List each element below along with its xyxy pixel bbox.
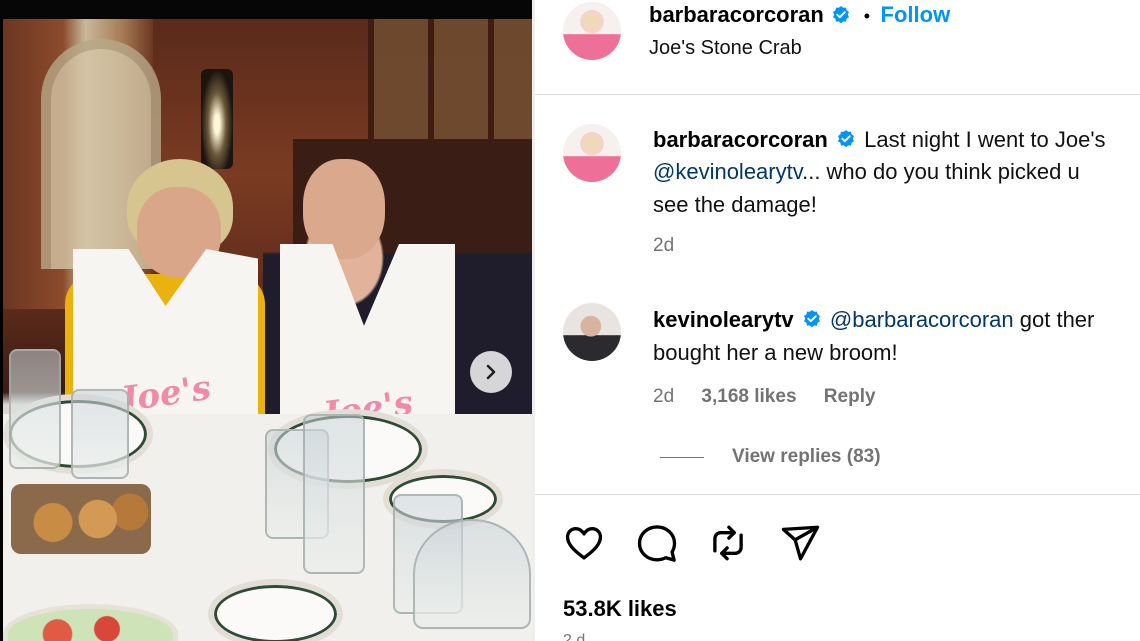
actions-divider	[535, 494, 1140, 495]
avatar[interactable]	[563, 124, 621, 182]
caption-text: ... who do you think picked u	[802, 159, 1080, 184]
verified-badge-icon	[837, 129, 854, 147]
photo-plate	[208, 579, 343, 641]
header-user-row: barbaracorcoran • Follow	[649, 2, 950, 28]
next-photo-button[interactable]	[470, 351, 512, 393]
post-photo[interactable]: Joe's Joe's	[3, 19, 532, 641]
repost-icon	[713, 525, 743, 561]
verified-badge-icon	[803, 309, 820, 327]
comment-icon	[637, 525, 677, 562]
post-header: barbaracorcoran • Follow Joe's Stone Cra…	[535, 0, 1140, 95]
heart-icon	[565, 526, 603, 560]
avatar[interactable]	[563, 2, 621, 60]
photo-glass	[9, 349, 61, 469]
separator-dot: •	[863, 6, 871, 26]
view-replies-line	[660, 456, 704, 458]
follow-button[interactable]: Follow	[881, 2, 951, 27]
comment-line-1: kevinolearytv @barbaracorcoran got ther	[653, 307, 1094, 333]
comment-meta: 2d 3,168 likes Reply	[653, 386, 876, 408]
share-icon	[781, 525, 820, 561]
post-timestamp[interactable]: 2 d	[563, 632, 585, 641]
post-likes[interactable]: 53.8K likes	[563, 596, 677, 622]
avatar[interactable]	[563, 303, 621, 361]
comment-username[interactable]: kevinolearytv	[653, 307, 794, 332]
caption-text: Last night I went to Joe's	[864, 127, 1106, 152]
share-button[interactable]	[777, 520, 823, 566]
photo-glass	[413, 519, 531, 629]
location-link[interactable]: Joe's Stone Crab	[649, 37, 802, 60]
caption-line-3: see the damage!	[653, 192, 817, 217]
caption-mention[interactable]: @kevinolearytv	[653, 159, 802, 184]
panel-divider	[532, 0, 535, 641]
caption-username[interactable]: barbaracorcoran	[653, 127, 828, 152]
photo-lamp	[201, 69, 233, 169]
post-photo-panel: Joe's Joe's	[0, 0, 532, 641]
photo-bread-basket	[11, 484, 151, 554]
view-replies-label: View replies (83)	[732, 446, 881, 467]
comment-button[interactable]	[634, 520, 680, 566]
like-button[interactable]	[561, 520, 607, 566]
photo-glass	[71, 389, 129, 479]
caption-line-2: @kevinolearytv... who do you think picke…	[653, 159, 1080, 185]
photo-top-bar	[0, 0, 532, 19]
comment-line-2: bought her a new broom!	[653, 340, 898, 365]
photo-glass	[303, 414, 365, 574]
comment-text: got ther	[1013, 307, 1095, 332]
verified-badge-icon	[833, 6, 850, 24]
caption-line-1: barbaracorcoran Last night I went to Joe…	[653, 127, 1106, 153]
chevron-right-icon	[486, 364, 496, 380]
view-replies-button[interactable]: View replies (83)	[660, 446, 881, 468]
reply-button[interactable]: Reply	[824, 386, 876, 407]
repost-button[interactable]	[705, 520, 751, 566]
comment-likes[interactable]: 3,168 likes	[701, 386, 796, 407]
caption-timestamp[interactable]: 2d	[653, 235, 674, 257]
comment-timestamp[interactable]: 2d	[653, 386, 674, 407]
author-username[interactable]: barbaracorcoran	[649, 2, 824, 27]
comment-mention[interactable]: @barbaracorcoran	[830, 307, 1014, 332]
